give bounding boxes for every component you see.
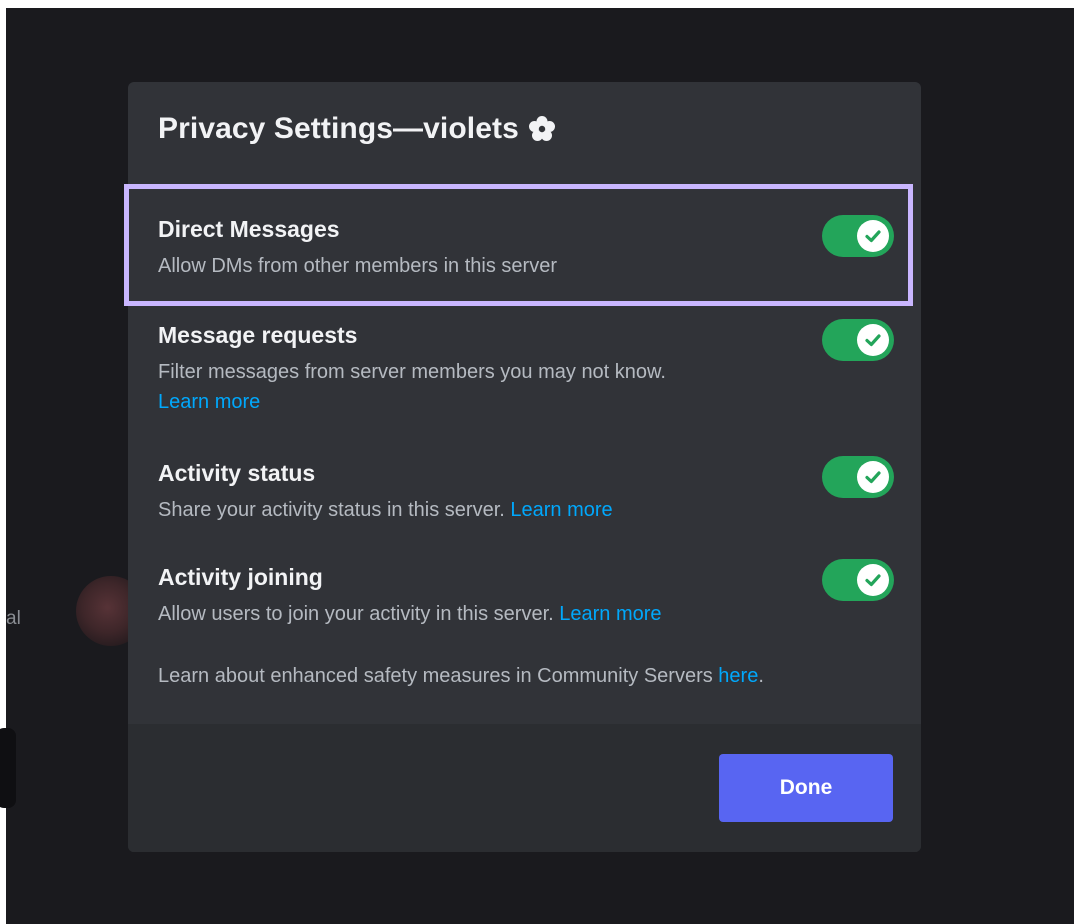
direct-messages-toggle[interactable] bbox=[822, 215, 894, 257]
activity-joining-toggle[interactable] bbox=[822, 559, 894, 601]
setting-description-text: Filter messages from server members you … bbox=[158, 361, 666, 383]
setting-description-text: Allow DMs from other members in this ser… bbox=[158, 255, 557, 277]
setting-activity-status: Activity status Share your activity stat… bbox=[158, 460, 898, 525]
setting-description: Filter messages from server members you … bbox=[158, 357, 898, 417]
setting-label: Activity status bbox=[158, 460, 316, 486]
safety-note: Learn about enhanced safety measures in … bbox=[158, 665, 764, 688]
setting-description: Allow users to join your activity in thi… bbox=[158, 599, 898, 629]
setting-description-text: Share your activity status in this serve… bbox=[158, 499, 505, 521]
background-partial-label: al bbox=[6, 608, 21, 629]
check-icon bbox=[865, 471, 881, 484]
toggle-knob bbox=[857, 461, 889, 493]
message-requests-toggle[interactable] bbox=[822, 319, 894, 361]
check-icon bbox=[865, 574, 881, 587]
setting-description: Allow DMs from other members in this ser… bbox=[158, 251, 898, 281]
setting-label: Direct Messages bbox=[158, 216, 340, 242]
setting-description: Share your activity status in this serve… bbox=[158, 495, 898, 525]
flower-icon bbox=[528, 116, 555, 141]
toggle-knob bbox=[857, 564, 889, 596]
safety-here-link[interactable]: here bbox=[718, 665, 758, 687]
modal-title: Privacy Settings—violets bbox=[158, 112, 557, 146]
setting-label: Activity joining bbox=[158, 564, 323, 590]
modal-footer: Done bbox=[128, 724, 921, 852]
learn-more-link[interactable]: Learn more bbox=[158, 391, 260, 413]
learn-more-link[interactable]: Learn more bbox=[559, 603, 661, 625]
setting-description-text: Allow users to join your activity in thi… bbox=[158, 603, 554, 625]
check-icon bbox=[865, 230, 881, 243]
setting-message-requests: Message requests Filter messages from se… bbox=[158, 322, 898, 417]
learn-more-link[interactable]: Learn more bbox=[510, 499, 612, 521]
toggle-knob bbox=[857, 220, 889, 252]
setting-direct-messages: Direct Messages Allow DMs from other mem… bbox=[158, 216, 898, 281]
done-button[interactable]: Done bbox=[719, 754, 893, 822]
privacy-settings-modal: Privacy Settings—violets Direct Messages… bbox=[124, 82, 921, 852]
toggle-knob bbox=[857, 324, 889, 356]
safety-note-text: Learn about enhanced safety measures in … bbox=[158, 665, 719, 687]
modal-title-text: Privacy Settings—violets bbox=[158, 112, 519, 145]
background-panel bbox=[0, 728, 16, 808]
setting-label: Message requests bbox=[158, 322, 358, 348]
safety-note-suffix: . bbox=[758, 665, 764, 687]
check-icon bbox=[865, 334, 881, 347]
activity-status-toggle[interactable] bbox=[822, 456, 894, 498]
setting-activity-joining: Activity joining Allow users to join you… bbox=[158, 564, 898, 629]
